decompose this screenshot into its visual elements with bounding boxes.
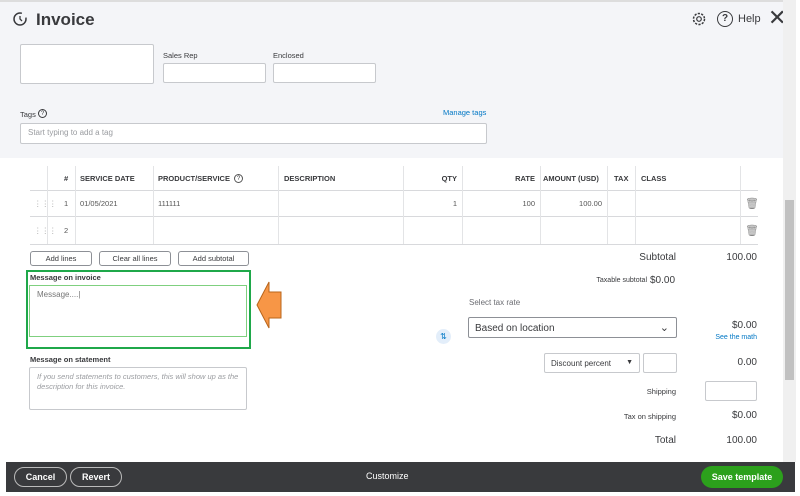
discount-type-select[interactable]: Discount percent ▼ [544, 353, 640, 373]
trash-icon[interactable]: 🗑 [745, 224, 759, 237]
trash-icon[interactable]: 🗑 [745, 197, 759, 210]
tags-input[interactable]: Start typing to add a tag [20, 123, 487, 144]
manage-tags-link[interactable]: Manage tags [443, 108, 486, 117]
sales-rep-input[interactable] [163, 63, 266, 83]
col-rate: RATE [515, 174, 535, 183]
tax-shipping-label: Tax on shipping [623, 412, 676, 421]
tags-help-icon[interactable]: ? [38, 109, 47, 118]
message-statement-input[interactable]: If you send statements to customers, thi… [29, 367, 247, 410]
shipping-label: Shipping [646, 387, 676, 396]
tax-toggle-icon[interactable]: ⇅ [436, 329, 451, 344]
shipping-input[interactable] [705, 381, 757, 401]
col-tax: TAX [614, 174, 629, 183]
col-service-date: SERVICE DATE [80, 174, 135, 183]
scrollbar[interactable] [783, 0, 796, 462]
row-rate[interactable]: 100 [462, 199, 535, 208]
address-box[interactable] [20, 44, 154, 84]
col-product: PRODUCT/SERVICE [158, 174, 230, 183]
caret-down-icon: ▼ [626, 359, 633, 366]
subtotal-label: Subtotal [639, 252, 676, 263]
revert-button[interactable]: Revert [70, 467, 122, 487]
total-label: Total [654, 435, 676, 446]
row-num: 1 [64, 199, 69, 208]
drag-handle-icon[interactable]: ⋮⋮⋮ [34, 199, 57, 208]
gear-icon[interactable] [691, 11, 707, 27]
discount-value: 0.00 [737, 357, 757, 368]
history-icon[interactable] [12, 11, 28, 27]
save-template-button[interactable]: Save template [701, 466, 783, 488]
customize-link[interactable]: Customize [366, 471, 409, 481]
enclosed-input[interactable] [273, 63, 376, 83]
page-title: Invoice [36, 10, 95, 29]
sales-rep-label: Sales Rep [163, 51, 198, 60]
add-lines-button[interactable]: Add lines [30, 251, 92, 266]
col-description: DESCRIPTION [284, 174, 336, 183]
discount-input[interactable] [643, 353, 677, 373]
tags-label: Tags [20, 110, 36, 119]
tax-rate-label: Select tax rate [469, 298, 521, 307]
drag-handle-icon[interactable]: ⋮⋮⋮ [34, 226, 57, 235]
clear-lines-button[interactable]: Clear all lines [99, 251, 171, 266]
taxable-subtotal-value: $0.00 [650, 275, 676, 286]
tax-rate-value: Based on location [475, 323, 555, 334]
row-qty[interactable]: 1 [403, 199, 457, 208]
row-amount[interactable]: 100.00 [540, 199, 602, 208]
discount-type-value: Discount percent [551, 359, 612, 368]
col-amount: AMOUNT (USD) [543, 174, 599, 183]
row-product[interactable]: 111111 [158, 199, 180, 208]
product-help-icon[interactable]: ? [234, 174, 243, 183]
message-statement-label: Message on statement [30, 355, 111, 364]
col-class: CLASS [641, 174, 667, 183]
total-value: 100.00 [726, 435, 757, 446]
help-link[interactable]: Help [738, 13, 761, 25]
col-num: # [64, 174, 69, 183]
scrollbar-thumb[interactable] [785, 200, 794, 380]
help-icon[interactable]: ? [717, 11, 733, 27]
tax-shipping-value: $0.00 [731, 410, 757, 421]
message-invoice-label: Message on invoice [30, 273, 101, 282]
see-math-link[interactable]: See the math [690, 334, 757, 341]
footer-bar: Cancel Revert Customize Save template [6, 462, 795, 492]
tax-rate-select[interactable]: Based on location ⌄ [468, 317, 677, 338]
chevron-down-icon: ⌄ [659, 322, 669, 334]
col-qty: QTY [441, 174, 457, 183]
taxable-subtotal-label: Taxable subtotal [596, 277, 647, 284]
row-date[interactable]: 01/05/2021 [80, 199, 118, 208]
arrow-pointer-icon [256, 281, 282, 329]
tax-value: $0.00 [731, 320, 757, 331]
subtotal-value: 100.00 [726, 252, 757, 263]
cancel-button[interactable]: Cancel [14, 467, 67, 487]
message-invoice-input[interactable]: Message....| [29, 285, 247, 337]
add-subtotal-button[interactable]: Add subtotal [178, 251, 249, 266]
enclosed-label: Enclosed [273, 51, 304, 60]
row-num: 2 [64, 226, 69, 235]
